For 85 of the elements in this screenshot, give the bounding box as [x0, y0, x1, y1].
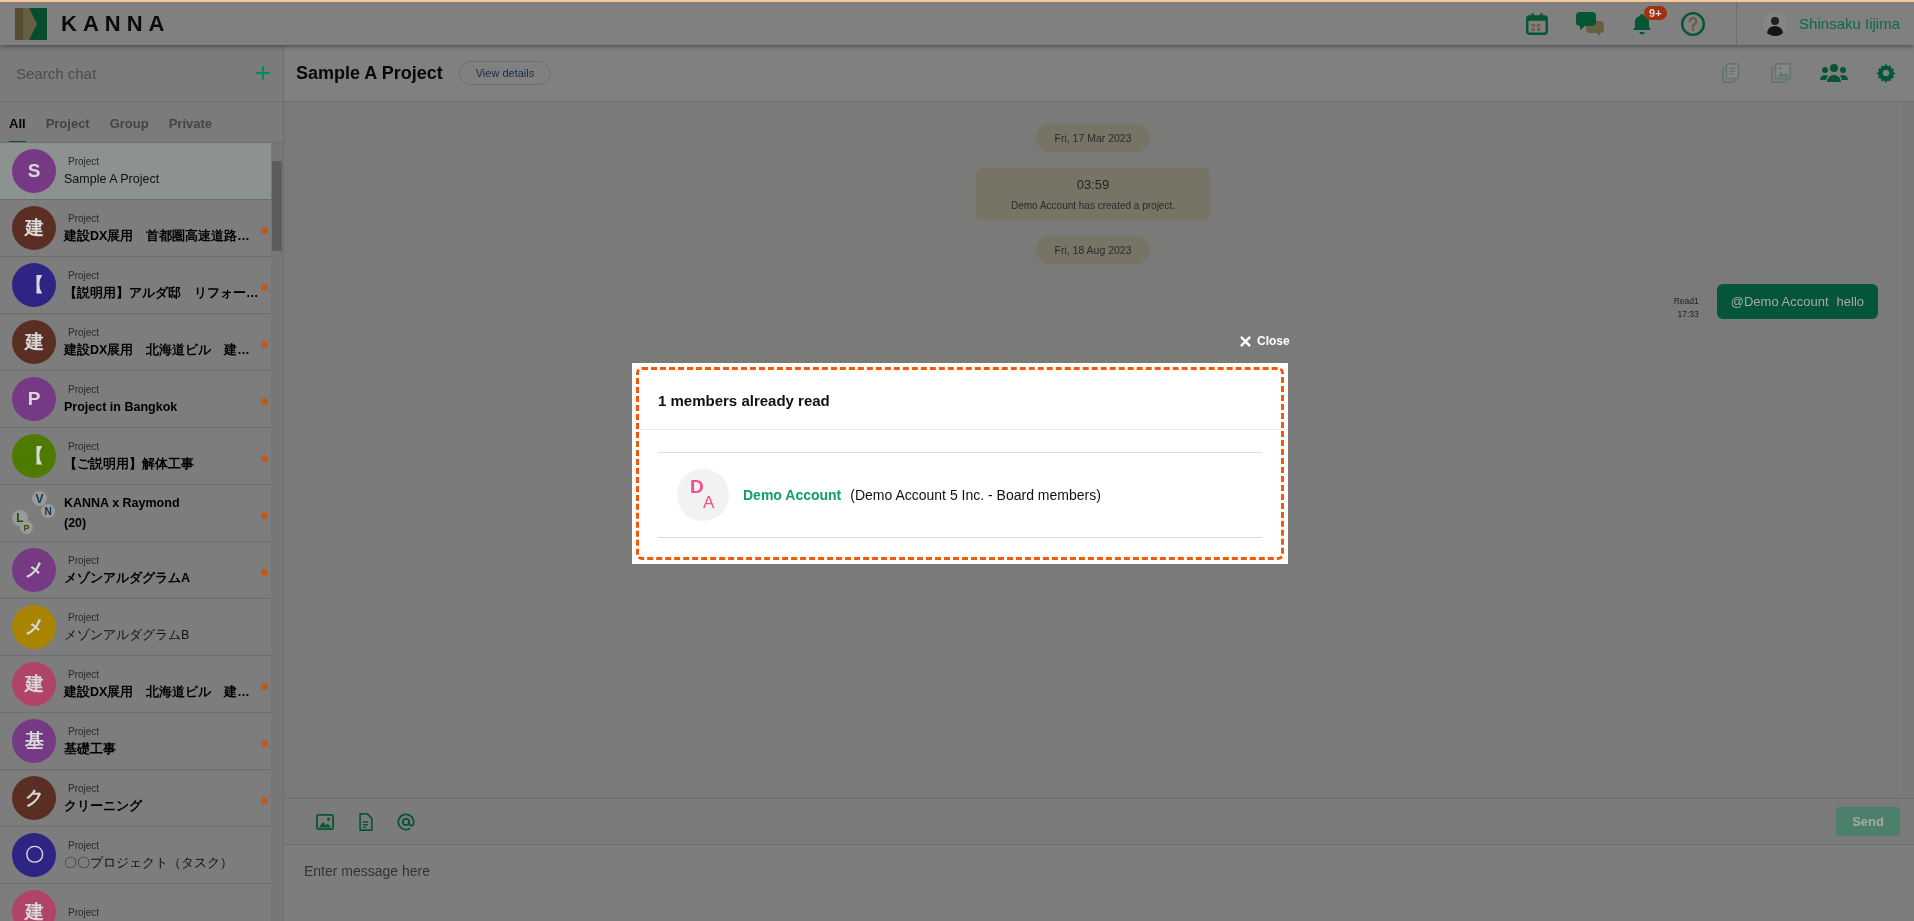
chat-type-label: Project: [67, 440, 100, 452]
close-button[interactable]: Close: [1238, 332, 1292, 350]
chat-name: Project in Bangkok: [64, 398, 178, 415]
message-time: 03:59: [1076, 177, 1110, 192]
logo-text: KANNA: [61, 10, 171, 37]
unread-dot: [261, 512, 268, 519]
chat-name: 建設DX展用 北海道ビル 建…: [64, 341, 250, 358]
chat-name: メゾンアルダグラムA: [64, 569, 191, 586]
members-icon[interactable]: [1820, 63, 1848, 83]
date-label: Fri, 18 Aug 2023: [1036, 236, 1150, 264]
avatar: 建: [12, 662, 56, 706]
logo-icon: [15, 7, 47, 40]
unread-dot: [261, 683, 268, 690]
dialog-title: 1 members already read: [639, 370, 1281, 430]
member-initial: P: [20, 521, 33, 534]
avatar: ク: [12, 776, 56, 820]
chat-name: クリーニング: [64, 797, 142, 814]
avatar: 建: [12, 206, 56, 250]
chat-name: 【ご説明用】解体工事: [64, 455, 194, 472]
avatar: メ: [12, 548, 56, 592]
user-avatar[interactable]: [1763, 11, 1788, 36]
chat-name: 〇〇プロジェクト（タスク）: [64, 854, 233, 871]
chat-type-label: Project: [67, 155, 100, 167]
avatar: 【: [12, 263, 56, 307]
chat-bubbles-icon[interactable]: [1576, 10, 1605, 37]
chat-list-item[interactable]: S Project Sample A Project: [0, 143, 271, 200]
chat-name: 建設DX展用 首都圏高速道路…: [64, 227, 250, 244]
view-details-button[interactable]: View details: [458, 61, 552, 85]
avatar: 〇: [12, 833, 56, 877]
chat-type-label: Project: [67, 839, 100, 851]
avatar: P: [12, 377, 56, 421]
document-icon[interactable]: [358, 812, 373, 831]
chat-name: Sample A Project: [64, 170, 160, 187]
chat-type-label: Project: [67, 326, 100, 338]
avatar: 建: [12, 890, 56, 921]
unread-dot: [261, 740, 268, 747]
settings-icon[interactable]: [1876, 63, 1896, 83]
unread-dot: [261, 284, 268, 291]
chat-type-label: Project: [67, 554, 100, 566]
chat-name: 基礎工事: [64, 740, 116, 757]
close-icon: [1240, 335, 1251, 347]
unread-dot: [261, 455, 268, 462]
chat-name: メゾンアルダグラムB: [64, 626, 190, 643]
chat-type-label: Project: [67, 212, 100, 224]
avatar: メ: [12, 605, 56, 649]
avatar: 建: [12, 320, 56, 364]
chat-title: Sample A Project: [296, 62, 443, 84]
unread-dot: [261, 398, 268, 405]
member-initial: L: [12, 510, 28, 526]
avatar: 【: [12, 434, 56, 478]
chat-name: KANNA x Raymond: [64, 495, 180, 511]
image-icon[interactable]: [316, 812, 334, 831]
read-receipt[interactable]: Read1: [1673, 296, 1699, 306]
message-time: 17:33: [1677, 309, 1699, 319]
message-field[interactable]: Enter message here: [284, 845, 1914, 921]
scrollbar[interactable]: [271, 143, 283, 921]
help-icon[interactable]: [1680, 10, 1707, 37]
chat-type-label: Project: [67, 383, 100, 395]
member-initial: V: [32, 491, 47, 506]
reader-company: (Demo Account 5 Inc. - Board members): [850, 487, 1101, 503]
date-label: Fri, 17 Mar 2023: [1036, 124, 1150, 152]
system-message-text: Demo Account has created a project.: [1011, 200, 1175, 211]
mention: @Demo Account: [1730, 294, 1829, 309]
unread-dot: [261, 227, 268, 234]
unread-dot: [261, 797, 268, 804]
chat-type-label: Project: [67, 269, 100, 281]
chat-name: 建設DX展用 北海道ビル 建…: [64, 683, 250, 700]
member-count: (20): [64, 515, 87, 531]
chat-type-label: Project: [67, 725, 100, 737]
chat-type-label: Project: [67, 668, 100, 680]
avatar: 基: [12, 719, 56, 763]
calendar-icon[interactable]: [1524, 10, 1551, 37]
chat-type-label: Project: [67, 782, 100, 794]
chat-type-label: Project: [67, 611, 100, 623]
avatar: S: [12, 149, 56, 193]
mention-icon[interactable]: [397, 812, 415, 831]
notification-badge: 9+: [1644, 5, 1667, 20]
reader-name[interactable]: Demo Account: [743, 487, 842, 503]
chat-type-label: Project: [67, 906, 100, 918]
unread-dot: [261, 569, 268, 576]
member-initial: N: [41, 504, 55, 518]
chat-name: 【説明用】アルダ邸 リフォー…: [64, 284, 259, 301]
unread-dot: [261, 341, 268, 348]
message-text: hello: [1836, 294, 1864, 309]
reader-avatar: D A: [677, 469, 729, 521]
